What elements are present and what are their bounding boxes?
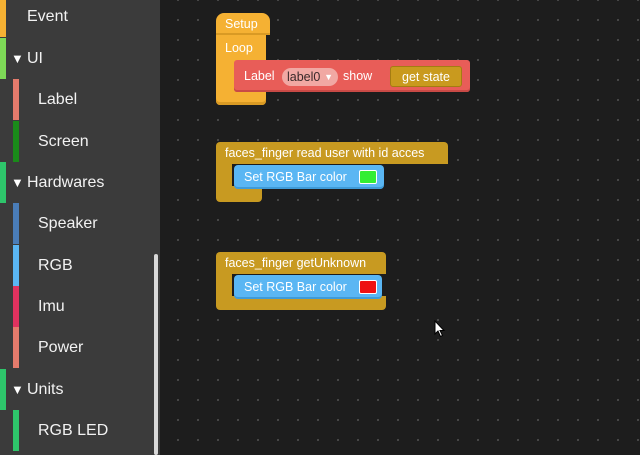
color-picker-swatch[interactable] bbox=[359, 280, 377, 294]
setup-label: Setup bbox=[225, 17, 258, 31]
category-power[interactable]: Power bbox=[0, 327, 156, 368]
faces-get-unknown-header: faces_finger getUnknown bbox=[225, 256, 367, 270]
category-label: Units bbox=[27, 380, 64, 398]
label-dropdown-value: label0 bbox=[287, 70, 321, 84]
category-label: Screen bbox=[38, 132, 89, 150]
category-label: Speaker bbox=[38, 214, 98, 232]
category-color-swatch bbox=[13, 79, 19, 120]
category-color-swatch bbox=[0, 38, 6, 79]
dropdown-arrow-icon: ▼ bbox=[324, 72, 333, 82]
category-speaker[interactable]: Speaker bbox=[0, 203, 156, 244]
category-color-swatch bbox=[13, 327, 19, 368]
setup-block[interactable]: Setup bbox=[216, 13, 270, 35]
category-screen[interactable]: Screen bbox=[0, 121, 156, 162]
set-rgb-bar-color-block[interactable]: Set RGB Bar color bbox=[234, 275, 382, 299]
category-sidebar: Event ▼ UI Label Screen ▼ Hardwares Spea… bbox=[0, 0, 160, 455]
category-rgb[interactable]: RGB bbox=[0, 245, 156, 286]
label-block-action: show bbox=[343, 69, 373, 83]
label-show-block[interactable]: Label label0 ▼ show get state bbox=[234, 60, 470, 92]
category-color-swatch bbox=[13, 121, 19, 162]
category-color-swatch bbox=[0, 369, 6, 410]
expand-triangle-icon[interactable]: ▼ bbox=[11, 382, 24, 397]
category-label: Label bbox=[38, 90, 78, 108]
expand-triangle-icon[interactable]: ▼ bbox=[11, 51, 24, 66]
category-rgb-led[interactable]: RGB LED bbox=[0, 410, 156, 451]
set-rgb-label: Set RGB Bar color bbox=[244, 280, 347, 294]
category-color-swatch bbox=[13, 286, 19, 327]
category-color-swatch bbox=[0, 162, 6, 203]
category-label: RGB bbox=[38, 256, 73, 274]
label-block-prefix: Label bbox=[244, 69, 275, 83]
category-ui[interactable]: ▼ UI bbox=[0, 38, 156, 79]
faces-read-user-block[interactable]: faces_finger read user with id acces bbox=[216, 142, 448, 164]
category-imu[interactable]: Imu bbox=[0, 286, 156, 327]
category-color-swatch bbox=[13, 245, 19, 286]
category-label: RGB LED bbox=[38, 421, 109, 439]
color-picker-swatch[interactable] bbox=[359, 170, 377, 184]
category-label: Imu bbox=[38, 297, 65, 315]
expand-triangle-icon[interactable]: ▼ bbox=[11, 175, 24, 190]
category-label: Power bbox=[38, 338, 84, 356]
category-label: UI bbox=[27, 49, 43, 67]
set-rgb-bar-color-block[interactable]: Set RGB Bar color bbox=[234, 165, 384, 189]
category-color-swatch bbox=[0, 0, 6, 37]
category-label[interactable]: Label bbox=[0, 79, 156, 120]
loop-label: Loop bbox=[225, 41, 253, 55]
category-color-swatch bbox=[13, 203, 19, 244]
faces-read-user-arm bbox=[216, 164, 232, 186]
category-label: Event bbox=[27, 7, 68, 25]
set-rgb-label: Set RGB Bar color bbox=[244, 170, 347, 184]
sidebar-scrollbar[interactable] bbox=[154, 254, 158, 455]
category-color-swatch bbox=[13, 410, 19, 451]
category-event[interactable]: Event bbox=[0, 0, 156, 37]
category-label: Hardwares bbox=[27, 173, 105, 191]
category-units[interactable]: ▼ Units bbox=[0, 369, 156, 410]
category-hardwares[interactable]: ▼ Hardwares bbox=[0, 162, 156, 203]
mouse-cursor-icon bbox=[434, 320, 446, 338]
get-state-block[interactable]: get state bbox=[390, 66, 462, 87]
label-dropdown[interactable]: label0 ▼ bbox=[282, 68, 338, 86]
faces-get-unknown-arm bbox=[216, 274, 232, 298]
faces-read-user-header: faces_finger read user with id acces bbox=[225, 146, 425, 160]
faces-get-unknown-block[interactable]: faces_finger getUnknown bbox=[216, 252, 386, 274]
